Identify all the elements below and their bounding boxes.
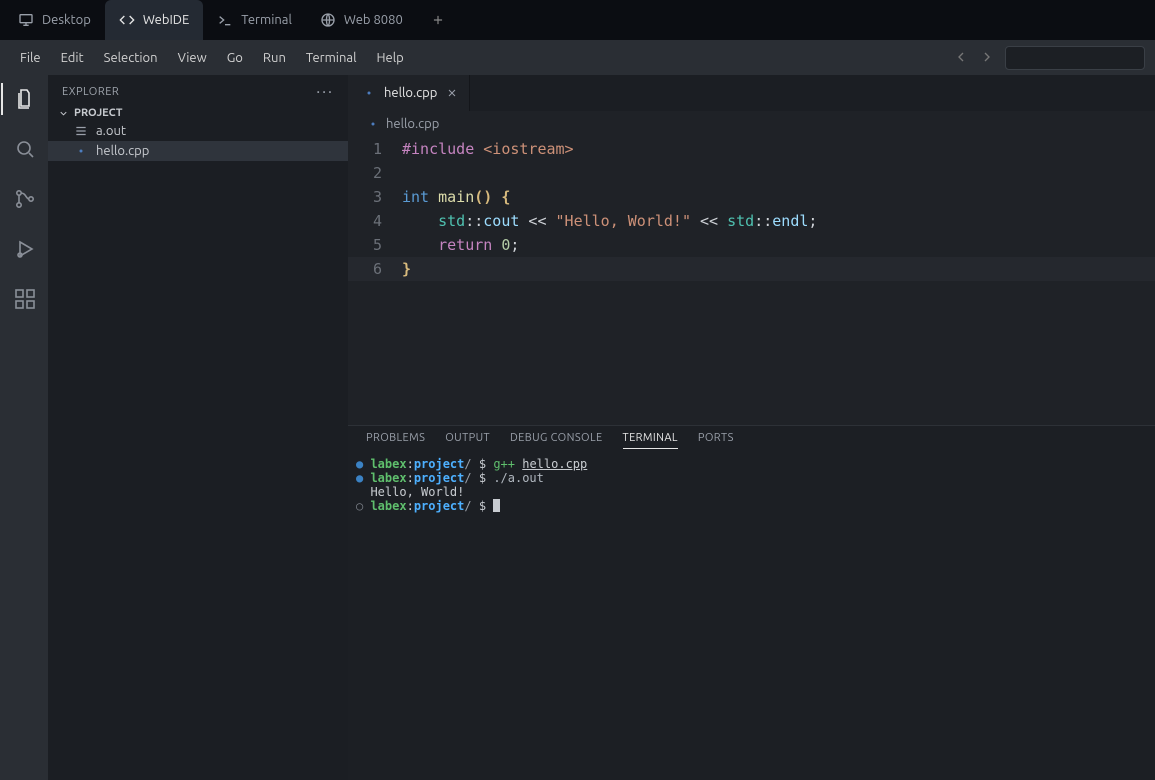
panel-tab-output[interactable]: OUTPUT [445,432,490,449]
activity-git[interactable] [9,183,41,215]
code-editor[interactable]: 1#include <iostream>23int main() {4 std:… [348,137,1155,425]
code-text[interactable]: int main() { [402,185,510,209]
project-folder-label: PROJECT [74,107,123,119]
env-tabbar: Desktop WebIDE Terminal Web 8080 [0,0,1155,40]
env-tab-label: WebIDE [143,13,189,27]
menu-terminal[interactable]: Terminal [296,47,367,69]
env-tab-label: Web 8080 [344,13,403,27]
code-text[interactable]: #include <iostream> [402,137,574,161]
code-line[interactable]: 5 return 0; [348,233,1155,257]
panel-tab-terminal[interactable]: TERMINAL [623,432,678,449]
close-tab-button[interactable] [445,86,459,100]
add-env-tab-button[interactable] [423,5,453,35]
line-number: 2 [348,161,402,185]
editor-column: hello.cpp hello.cpp 1#include <iostream>… [348,75,1155,780]
globe-icon [320,12,336,28]
desktop-icon [18,12,34,28]
terminal-output[interactable]: ● labex:project/ $ g++ hello.cpp● labex:… [348,453,1155,517]
nav-forward-button[interactable] [979,49,997,67]
panel-tab-debugconsole[interactable]: DEBUG CONSOLE [510,432,603,449]
terminal-line: Hello, World! [356,485,1147,499]
code-text[interactable]: return 0; [402,233,519,257]
terminal-line: ● labex:project/ $ g++ hello.cpp [356,457,1147,471]
nav-back-button[interactable] [953,49,971,67]
code-text[interactable]: } [402,257,411,281]
menu-go[interactable]: Go [217,47,253,69]
editor-tab-label: hello.cpp [384,86,437,100]
env-tab-desktop[interactable]: Desktop [4,0,105,40]
code-line[interactable]: 6} [348,257,1155,281]
line-number: 4 [348,209,402,233]
terminal-line: ● labex:project/ $ ./a.out [356,471,1147,485]
binary-file-icon [74,124,88,138]
cpp-file-icon [74,144,88,158]
line-number: 6 [348,257,402,281]
explorer-sidebar: EXPLORER ··· PROJECT a.out hello.cpp [48,75,348,780]
menubar: File Edit Selection View Go Run Terminal… [0,40,1155,75]
breadcrumb-file: hello.cpp [386,117,439,131]
file-name: hello.cpp [96,144,149,158]
activity-explorer[interactable] [9,83,41,115]
cpp-file-icon [362,86,376,100]
breadcrumb[interactable]: hello.cpp [348,111,1155,137]
menu-edit[interactable]: Edit [51,47,94,69]
activity-bar [0,75,48,780]
menu-help[interactable]: Help [366,47,413,69]
file-tree-item-aout[interactable]: a.out [48,121,348,141]
env-tab-terminal[interactable]: Terminal [203,0,306,40]
line-number: 3 [348,185,402,209]
code-line[interactable]: 3int main() { [348,185,1155,209]
menu-list: File Edit Selection View Go Run Terminal… [10,47,414,69]
line-number: 1 [348,137,402,161]
env-tab-label: Terminal [241,13,292,27]
bottom-panel: PROBLEMS OUTPUT DEBUG CONSOLE TERMINAL P… [348,425,1155,780]
code-line[interactable]: 2 [348,161,1155,185]
terminal-line: ○ labex:project/ $ [356,499,1147,513]
terminal-icon [217,12,233,28]
menu-file[interactable]: File [10,47,51,69]
env-tab-label: Desktop [42,13,91,27]
explorer-title: EXPLORER [62,86,119,98]
activity-extensions[interactable] [9,283,41,315]
code-text[interactable]: std::cout << "Hello, World!" << std::end… [402,209,817,233]
env-tab-webide[interactable]: WebIDE [105,0,203,40]
panel-tab-ports[interactable]: PORTS [698,432,734,449]
code-line[interactable]: 1#include <iostream> [348,137,1155,161]
activity-search[interactable] [9,133,41,165]
line-number: 5 [348,233,402,257]
file-tree-item-hellocpp[interactable]: hello.cpp [48,141,348,161]
menu-run[interactable]: Run [253,47,296,69]
editor-tabbar: hello.cpp [348,75,1155,111]
file-name: a.out [96,124,126,138]
project-folder-toggle[interactable]: PROJECT [48,105,348,121]
menu-view[interactable]: View [168,47,217,69]
code-icon [119,12,135,28]
menu-selection[interactable]: Selection [94,47,168,69]
activity-debug[interactable] [9,233,41,265]
panel-tab-problems[interactable]: PROBLEMS [366,432,425,449]
command-search-input[interactable] [1005,46,1145,70]
panel-tabs: PROBLEMS OUTPUT DEBUG CONSOLE TERMINAL P… [348,426,1155,453]
explorer-more-button[interactable]: ··· [316,83,334,101]
code-line[interactable]: 4 std::cout << "Hello, World!" << std::e… [348,209,1155,233]
editor-tab-hellocpp[interactable]: hello.cpp [348,75,470,111]
chevron-down-icon [58,108,68,118]
cpp-file-icon [366,117,380,131]
env-tab-web8080[interactable]: Web 8080 [306,0,417,40]
